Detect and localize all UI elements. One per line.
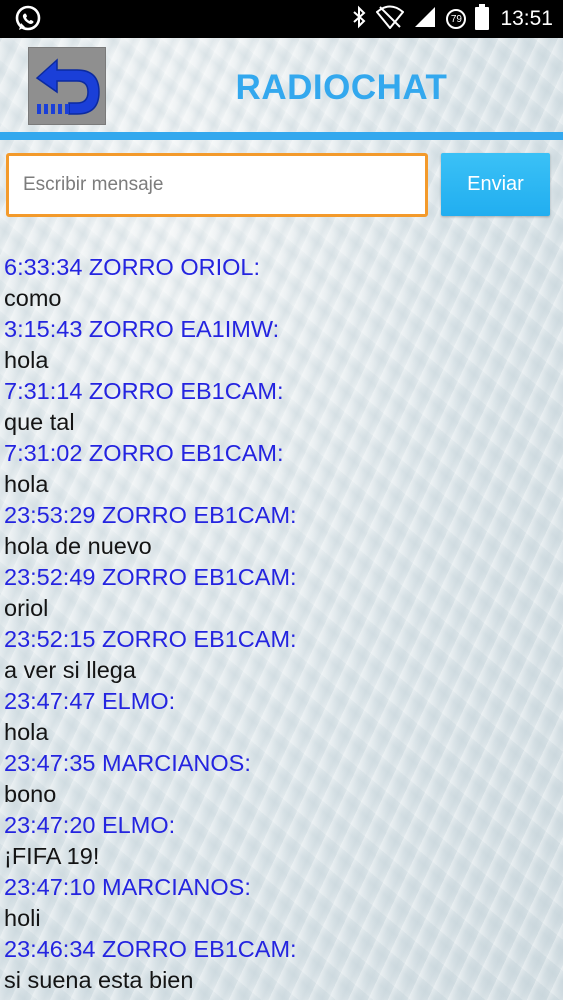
message-text: hola de nuevo (4, 533, 152, 559)
message-header: 3:15:43 ZORRO EA1IMW: (4, 316, 280, 342)
message-item: 23:47:35 MARCIANOS: bono (4, 748, 559, 810)
app-header: RADIOCHAT (0, 38, 563, 132)
status-bar: 79 13:51 (0, 0, 563, 38)
message-header: 23:46:34 ZORRO EB1CAM: (4, 936, 297, 962)
message-header: 23:47:10 MARCIANOS: (4, 874, 251, 900)
message-item: 23:52:49 ZORRO EB1CAM: oriol (4, 562, 559, 624)
message-text: bono (4, 781, 57, 807)
message-item: 6:33:34 ZORRO ORIOL: como (4, 252, 559, 314)
back-button[interactable] (28, 47, 106, 125)
clock: 13:51 (500, 7, 553, 30)
message-item: 7:31:14 ZORRO EB1CAM: que tal (4, 376, 559, 438)
message-header: 23:53:29 ZORRO EB1CAM: (4, 502, 297, 528)
message-item: 23:53:29 ZORRO EB1CAM: hola de nuevo (4, 500, 559, 562)
message-header: 23:52:49 ZORRO EB1CAM: (4, 564, 297, 590)
message-header: 23:47:20 ELMO: (4, 812, 176, 838)
wifi-off-icon (376, 5, 405, 34)
message-text: que tal (4, 409, 75, 435)
message-header: 23:47:35 MARCIANOS: (4, 750, 251, 776)
signal-icon (413, 5, 437, 34)
bluetooth-icon (351, 5, 367, 34)
message-header: 6:33:34 ZORRO ORIOL: (4, 254, 260, 280)
message-list[interactable]: 6:33:34 ZORRO ORIOL: como 3:15:43 ZORRO EA… (4, 252, 559, 996)
send-button[interactable]: Enviar (441, 153, 550, 216)
message-text: oriol (4, 595, 49, 621)
message-text: como (4, 285, 62, 311)
message-header: 7:31:02 ZORRO EB1CAM: (4, 440, 284, 466)
message-item: 3:15:43 ZORRO EA1IMW: hola (4, 314, 559, 376)
message-header: 23:52:15 ZORRO EB1CAM: (4, 626, 297, 652)
battery-saver-badge: 79 (446, 9, 467, 29)
message-text: holi (4, 905, 41, 931)
message-text: ¡FIFA 19! (4, 843, 100, 869)
message-item: 23:47:20 ELMO: ¡FIFA 19! (4, 810, 559, 872)
whatsapp-icon (14, 5, 42, 38)
message-text: hola (4, 471, 49, 497)
message-text: hola (4, 719, 49, 745)
app-title: RADIOCHAT (235, 68, 448, 107)
message-item: 23:46:34 ZORRO EB1CAM: si suena esta bien (4, 934, 559, 996)
message-item: 23:47:10 MARCIANOS: holi (4, 872, 559, 934)
message-header: 23:47:47 ELMO: (4, 688, 176, 714)
header-divider (0, 132, 563, 140)
message-text: hola (4, 347, 49, 373)
message-header: 7:31:14 ZORRO EB1CAM: (4, 378, 284, 404)
message-text: si suena esta bien (4, 967, 194, 993)
message-text: a ver si llega (4, 657, 136, 683)
message-item: 23:47:47 ELMO: hola (4, 686, 559, 748)
message-input[interactable] (6, 153, 428, 217)
message-item: 23:52:15 ZORRO EB1CAM: a ver si llega (4, 624, 559, 686)
message-item: 7:31:02 ZORRO EB1CAM: hola (4, 438, 559, 500)
battery-icon (475, 3, 490, 35)
back-arrow-icon (29, 58, 105, 128)
